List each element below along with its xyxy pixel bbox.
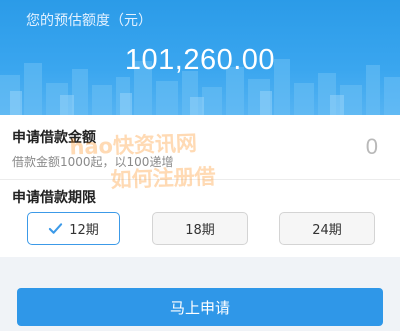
loan-amount-title: 申请借款金额 <box>12 130 96 146</box>
term-option-label: 18期 <box>185 223 215 238</box>
loan-amount-hint: 借款金额1000起，以100递增 <box>12 155 174 169</box>
estimated-quota-label: 您的预估额度（元） <box>26 13 152 29</box>
loan-form-card: 申请借款金额 借款金额1000起，以100递增 申请借款期限 12期 18期 2… <box>0 115 400 257</box>
loan-term-title: 申请借款期限 <box>12 190 96 206</box>
term-option-12[interactable]: 12期 <box>27 212 120 245</box>
term-option-label: 12期 <box>69 223 99 238</box>
loan-term-options: 12期 18期 24期 <box>0 212 400 246</box>
term-option-24[interactable]: 24期 <box>279 212 375 245</box>
check-icon <box>49 223 63 234</box>
apply-now-button[interactable]: 马上申请 <box>17 288 383 326</box>
estimated-quota-amount: 101,260.00 <box>124 44 276 76</box>
quota-header: 您的预估额度（元） 101,260.00 <box>0 0 400 115</box>
term-option-18[interactable]: 18期 <box>152 212 248 245</box>
loan-amount-row: 申请借款金额 借款金额1000起，以100递增 <box>0 115 400 180</box>
loan-amount-input[interactable] <box>228 131 378 163</box>
term-option-label: 24期 <box>312 223 342 238</box>
